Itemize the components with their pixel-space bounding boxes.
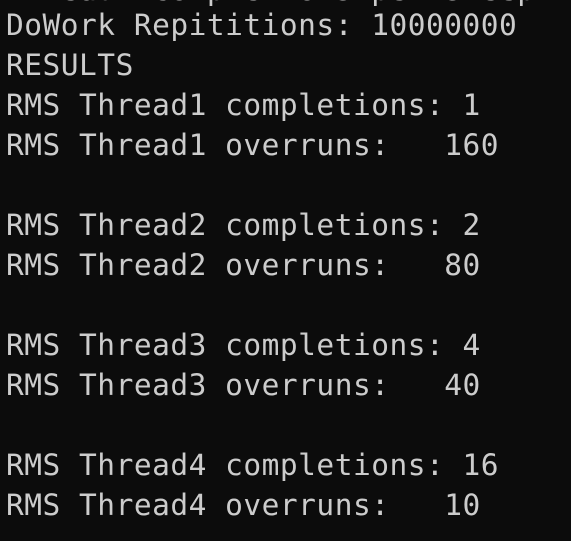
console-line-thread4-completions: RMS Thread4 completions: 16: [6, 448, 500, 482]
console-line-thread2-overruns: RMS Thread2 overruns: 80: [6, 248, 481, 282]
console-line-thread3-overruns: RMS Thread3 overruns: 40: [6, 368, 481, 402]
console-line-thread1-overruns: RMS Thread1 overruns: 160: [6, 128, 500, 162]
console-line-thread3-completions: RMS Thread3 completions: 4: [6, 328, 481, 362]
console-line-results-header: RESULTS: [6, 48, 134, 82]
console-line-thread1-completions: RMS Thread1 completions: 1: [6, 88, 481, 122]
console-line-thread2-completions: RMS Thread2 completions: 2: [6, 208, 481, 242]
console-line-thread4-overruns: RMS Thread4 overruns: 10: [6, 488, 481, 522]
console-window[interactable]: Thread4 completions per sleep DoWork Rep…: [0, 0, 571, 541]
console-line-dowork-repetitions: DoWork Repititions: 10000000: [6, 8, 518, 42]
